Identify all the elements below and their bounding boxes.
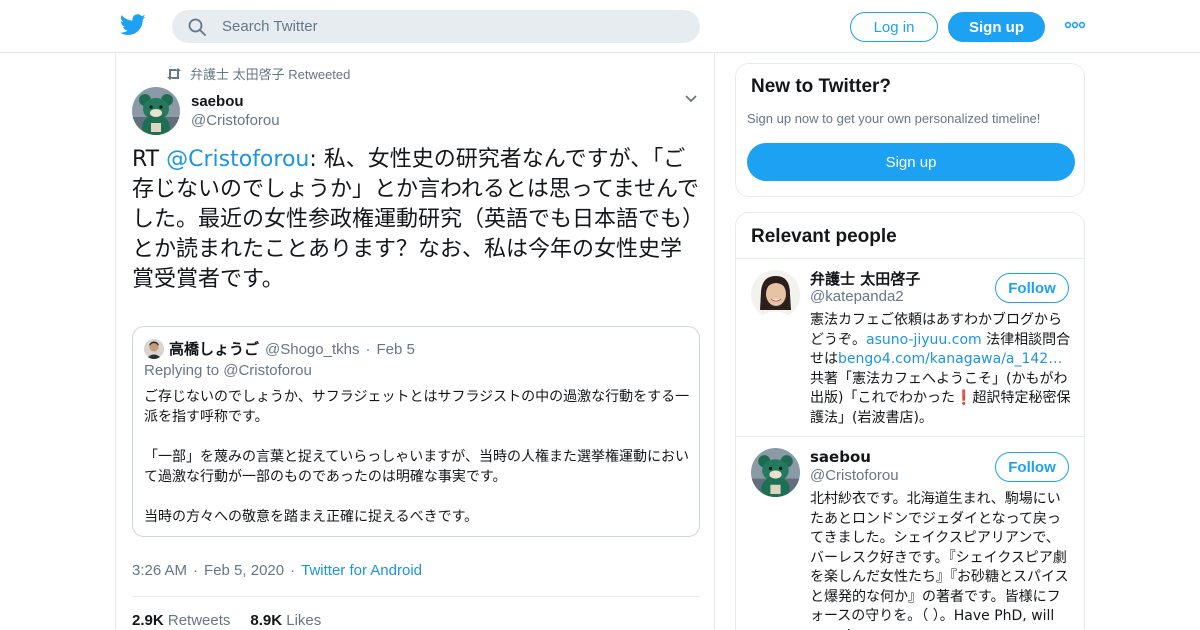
quoted-header: 高橋しょうご @Shogo_tkhs · Feb 5 [169, 338, 415, 359]
retweets-count: 2.9K [132, 612, 164, 629]
author-handle[interactable]: @Cristoforou [191, 112, 280, 129]
quoted-paragraph: 当時の方々への敬意を踏まえ正確に捉えるべきです。 [144, 509, 479, 525]
separator-dot: · [290, 562, 296, 579]
tweet-time[interactable]: 3:26 AM [132, 562, 187, 579]
tweet-metadata: 3:26 AM · Feb 5, 2020 · Twitter for Andr… [132, 562, 422, 579]
likes-stat[interactable]: 8.9K Likes [250, 612, 321, 629]
person-avatar[interactable] [751, 270, 800, 319]
person-bio: 北村紗衣です。北海道生まれ、駒場にいたあとロンドンでジェダイとなって戻ってきまし… [810, 491, 1069, 630]
chevron-down-icon[interactable] [684, 94, 698, 104]
relevant-people-card: Relevant people 弁護士 太田啓子 @katepanda2 Fol… [735, 212, 1085, 630]
retweets-label: Retweets [167, 612, 231, 629]
search-icon [188, 18, 206, 36]
new-to-twitter-subtitle: Sign up now to get your own personalized… [747, 111, 1041, 126]
search-input[interactable] [222, 10, 682, 43]
exclamation-emoji-icon: ❗ [955, 390, 973, 406]
likes-label: Likes [286, 612, 322, 629]
quoted-author-name[interactable]: 高橋しょうご [169, 338, 259, 359]
quoted-author-handle[interactable]: @Shogo_tkhs [265, 341, 359, 358]
separator-dot: · [365, 341, 371, 358]
quoted-tweet[interactable]: 高橋しょうご @Shogo_tkhs · Feb 5 Replying to @… [132, 326, 700, 537]
new-to-twitter-title: New to Twitter? [751, 76, 892, 97]
replying-to: Replying to @Cristoforou [144, 362, 312, 379]
search-box[interactable] [172, 10, 700, 43]
separator-dot: · [193, 562, 199, 579]
new-to-twitter-card: New to Twitter? Sign up now to get your … [735, 63, 1085, 197]
author-name[interactable]: saebou [191, 93, 244, 110]
divider [736, 436, 1084, 437]
person-name[interactable]: saebou [810, 448, 871, 466]
person-photo [751, 270, 800, 319]
more-options-icon[interactable] [1064, 18, 1086, 32]
quoted-paragraph: ご存じないのでしょうか、サフラジェットとはサフラジストの中の過激な行動をする一派… [144, 389, 690, 425]
sidebar-signup-button[interactable]: Sign up [747, 143, 1075, 181]
tweet-text-prefix: RT [132, 147, 167, 172]
quoted-paragraph: 「一部」を蔑みの言葉と捉えていらっしゃいますが、当時の人権また選挙権運動において… [144, 449, 690, 485]
bio-link[interactable]: bengo4.com/kanagawa/a_142… [838, 351, 1062, 367]
retweet-context[interactable]: 弁護士 太田啓子 Retweeted [166, 64, 350, 83]
login-button[interactable]: Log in [850, 12, 938, 42]
tweet-date[interactable]: Feb 5, 2020 [204, 562, 284, 579]
mention-link[interactable]: @Cristoforou [166, 147, 309, 172]
quoted-date: Feb 5 [376, 341, 415, 358]
divider [132, 596, 700, 597]
person-avatar[interactable] [751, 448, 800, 497]
retweet-icon [167, 67, 181, 80]
signup-button[interactable]: Sign up [948, 12, 1045, 42]
retweets-stat[interactable]: 2.9K Retweets [132, 612, 230, 629]
quoted-avatar-image [144, 339, 164, 359]
retweeted-by-text: 弁護士 太田啓子 Retweeted [190, 67, 351, 82]
bio-link[interactable]: asuno-jiyuu.com [866, 332, 982, 348]
tweet-stats: 2.9K Retweets 8.9K Likes [132, 612, 321, 629]
author-avatar[interactable] [132, 87, 180, 135]
twitter-bird-icon[interactable] [120, 13, 146, 37]
tweet-column: 弁護士 太田啓子 Retweeted saebou @Cristoforou R… [115, 53, 715, 630]
bear-avatar-image [751, 448, 800, 497]
bear-avatar-image [132, 87, 180, 135]
person-handle[interactable]: @katepanda2 [810, 288, 904, 305]
divider [736, 258, 1084, 259]
relevant-people-title: Relevant people [751, 226, 897, 247]
tweet-text: RT @Cristoforou: 私、女性史の研究者なんですが、「ご存じないので… [132, 145, 702, 295]
quoted-text: ご存じないのでしょうか、サフラジェットとはサフラジストの中の過激な行動をする一派… [144, 387, 694, 527]
likes-count: 8.9K [250, 612, 283, 629]
follow-button[interactable]: Follow [995, 273, 1069, 303]
quoted-author-avatar[interactable] [144, 339, 164, 359]
top-navigation-bar: Log in Sign up [0, 0, 1200, 53]
tweet-client-link[interactable]: Twitter for Android [301, 562, 422, 579]
follow-button[interactable]: Follow [995, 452, 1069, 482]
person-bio: 憲法カフェご依頼はあすわかブログからどうぞ。asuno-jiyuu.com 法律… [810, 311, 1072, 428]
person-name[interactable]: 弁護士 太田啓子 [810, 268, 920, 289]
person-handle[interactable]: @Cristoforou [810, 467, 899, 484]
